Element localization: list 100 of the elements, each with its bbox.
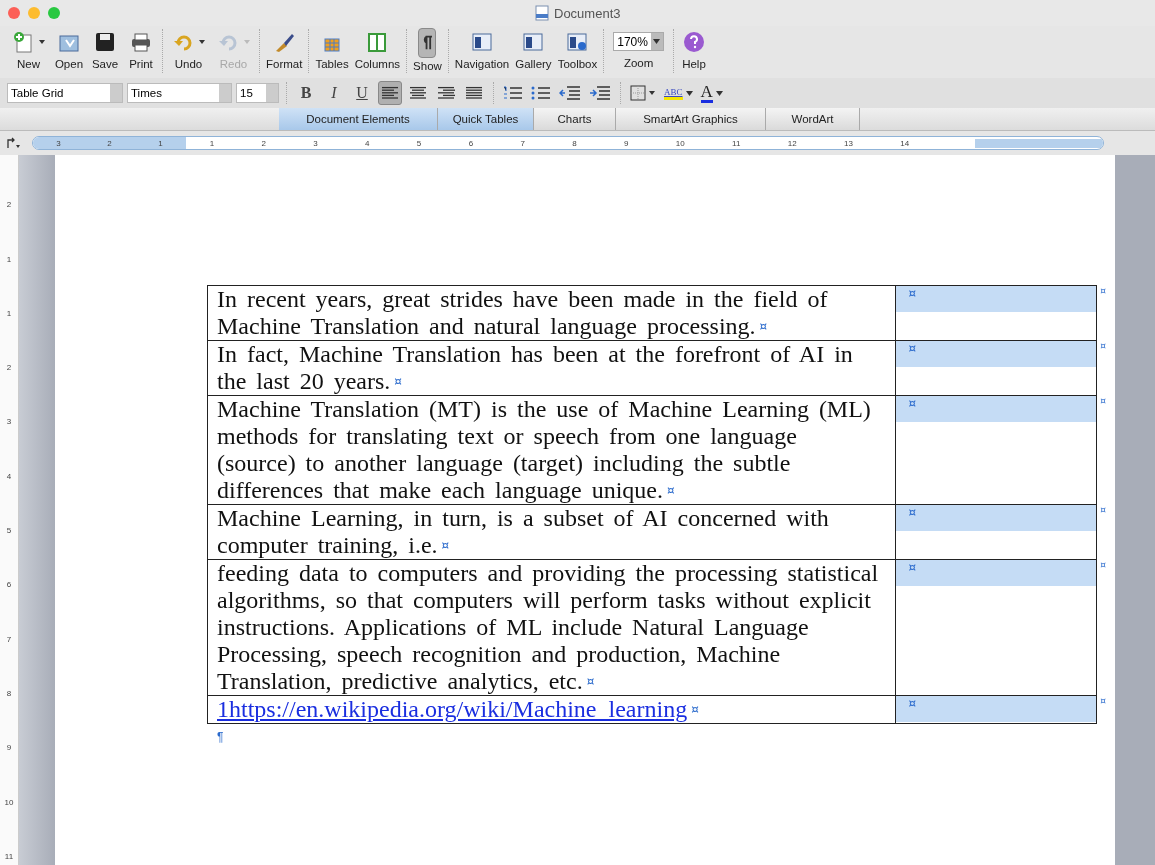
ruler-number: 9 — [624, 138, 629, 148]
numbered-list-icon[interactable] — [503, 85, 523, 101]
cell-end-mark: ¤ — [908, 286, 917, 300]
toolbar-button[interactable]: Undo — [166, 26, 211, 72]
ruler-number: 1 — [158, 138, 163, 148]
ruler-number: 11 — [4, 851, 14, 861]
pilcrow-icon — [422, 35, 433, 51]
window-title: Document3 — [554, 5, 621, 21]
ruler-number: 8 — [6, 688, 12, 698]
cell-end-mark: ¤ — [908, 560, 917, 574]
tab-stop-icon[interactable] — [6, 137, 20, 149]
close-button[interactable] — [8, 7, 20, 19]
hyperlink[interactable]: 1https://en.wikipedia.org/wiki/Machine_learning — [217, 696, 688, 722]
cell-text: In fact, Machine Translation has been at the forefront of AI in the last 20 years. ¤ — [217, 341, 854, 395]
document-icon — [535, 5, 549, 21]
caret-icon — [653, 39, 661, 44]
cell-end-mark: ¤ — [908, 505, 917, 519]
toolbar-button[interactable]: Save — [87, 26, 123, 72]
ruler-number: 2 — [261, 138, 266, 148]
underline-button[interactable]: U — [350, 81, 374, 105]
align-button[interactable] — [378, 81, 402, 105]
ruler-number: 5 — [6, 526, 12, 536]
cell-text: In recent years, great strides have been made in the field of Machine Translation and natural language processing. ¤ — [217, 286, 829, 340]
ruler-number: 9 — [6, 743, 12, 753]
row-end-mark: ¤ — [1100, 340, 1107, 351]
paragraph-mark: ¶ — [217, 730, 224, 744]
toolbar-button[interactable]: Open — [51, 26, 87, 72]
font-dropdown[interactable]: Times — [127, 83, 232, 103]
toolbar-button[interactable]: Columns — [351, 26, 404, 72]
toolbar-button[interactable]: Show — [410, 26, 445, 74]
ruler-number: 5 — [416, 138, 422, 148]
italic-button[interactable]: I — [322, 81, 346, 105]
cell-end-mark: ¤ — [691, 702, 699, 716]
font-color-button[interactable]: A — [698, 83, 725, 103]
ribbon-tab[interactable]: SmartArt Graphics — [616, 108, 766, 130]
ruler-number: 1 — [6, 254, 12, 264]
ruler-number: 10 — [4, 797, 14, 807]
gallery-icon — [521, 31, 546, 53]
ruler-number: 4 — [365, 138, 370, 148]
ruler-number: 3 — [56, 138, 61, 148]
ribbon-tab[interactable]: Quick Tables — [438, 108, 534, 130]
ruler-number: 10 — [675, 138, 685, 148]
ruler-number: 11 — [732, 138, 741, 148]
cell-text: Machine Learning, in turn, is a subset of AI concerned with computer training, i.e. ¤ — [217, 505, 830, 559]
toolbar-button[interactable]: Tables — [312, 26, 352, 72]
caret-icon — [715, 90, 723, 96]
printer-icon — [129, 31, 153, 53]
align-icon — [437, 86, 455, 100]
caret-icon — [685, 90, 693, 96]
ruler-number: 14 — [900, 138, 910, 148]
toolbar-button[interactable]: Print — [123, 26, 159, 72]
ruler-number: 6 — [6, 580, 12, 590]
ruler-number: 6 — [468, 138, 474, 148]
ruler-number: 4 — [6, 471, 12, 481]
ruler-number: 12 — [787, 138, 797, 148]
align-icon — [465, 86, 483, 100]
row-end-mark: ¤ — [1100, 695, 1107, 706]
ruler-number: 7 — [6, 634, 12, 644]
style-dropdown[interactable]: Table Grid — [7, 83, 123, 103]
zoom-label: Zoom — [623, 57, 654, 69]
cell-end-mark: ¤ — [908, 396, 917, 410]
ruler-number: 1 — [6, 308, 12, 318]
ruler-number: 7 — [520, 138, 525, 148]
highlight-button[interactable]: ABC — [662, 86, 695, 100]
ruler-number: 13 — [844, 138, 853, 148]
borders-icon[interactable] — [630, 85, 656, 101]
ribbon-tab[interactable]: WordArt — [766, 108, 860, 130]
cell-text: Machine Translation (MT) is the use of Machine Learning (ML) methods for translating text or speech from one language (source) to another language (target) including the subtle differences that make each language unique. ¤ — [217, 396, 872, 504]
cell-end-mark: ¤ — [908, 696, 917, 710]
toolbar-button[interactable]: New — [6, 26, 51, 72]
row-end-mark: ¤ — [1100, 395, 1107, 406]
font-size-dropdown[interactable]: 15 — [236, 83, 279, 103]
row-end-mark: ¤ — [1100, 285, 1107, 296]
row-end-mark: ¤ — [1100, 504, 1107, 515]
sidebar-icon — [470, 31, 494, 53]
toolbar-button[interactable]: Toolbox — [554, 26, 601, 72]
help-icon — [682, 31, 705, 53]
cell-end-mark: ¤ — [908, 341, 917, 355]
toolbox-icon — [565, 31, 590, 53]
decrease-indent-icon[interactable] — [559, 85, 581, 101]
help-button[interactable]: Help — [676, 26, 711, 72]
ribbon-tab[interactable]: Document Elements — [279, 108, 438, 130]
ruler-number: 3 — [6, 417, 12, 427]
ribbon-tab[interactable]: Charts — [534, 108, 616, 130]
toolbar-button[interactable]: Gallery — [512, 26, 555, 72]
ruler-number: 1 — [209, 138, 215, 148]
bold-button[interactable]: B — [294, 81, 318, 105]
ruler-number: 2 — [6, 200, 12, 210]
ruler-number: 8 — [572, 138, 577, 148]
align-icon — [409, 86, 427, 100]
ruler-number: 3 — [313, 138, 318, 148]
align-icon — [381, 86, 399, 100]
ruler-number: 2 — [6, 363, 12, 373]
cell-text: feeding data to computers and providing the processing statistical algorithms, so that computers will perform tasks without explicit instructions. Applications of ML include Natural Language Processing, speech recognition and production, Machine Translation, predictive analytics, etc. ¤ — [217, 560, 880, 695]
row-end-mark: ¤ — [1100, 559, 1107, 570]
toolbar-button[interactable]: Format — [263, 26, 306, 72]
bullet-list-icon[interactable] — [531, 85, 551, 101]
toolbar-button[interactable]: Navigation — [451, 26, 513, 72]
increase-indent-icon[interactable] — [589, 85, 611, 101]
zoom-dropdown[interactable]: 170% — [613, 32, 664, 51]
